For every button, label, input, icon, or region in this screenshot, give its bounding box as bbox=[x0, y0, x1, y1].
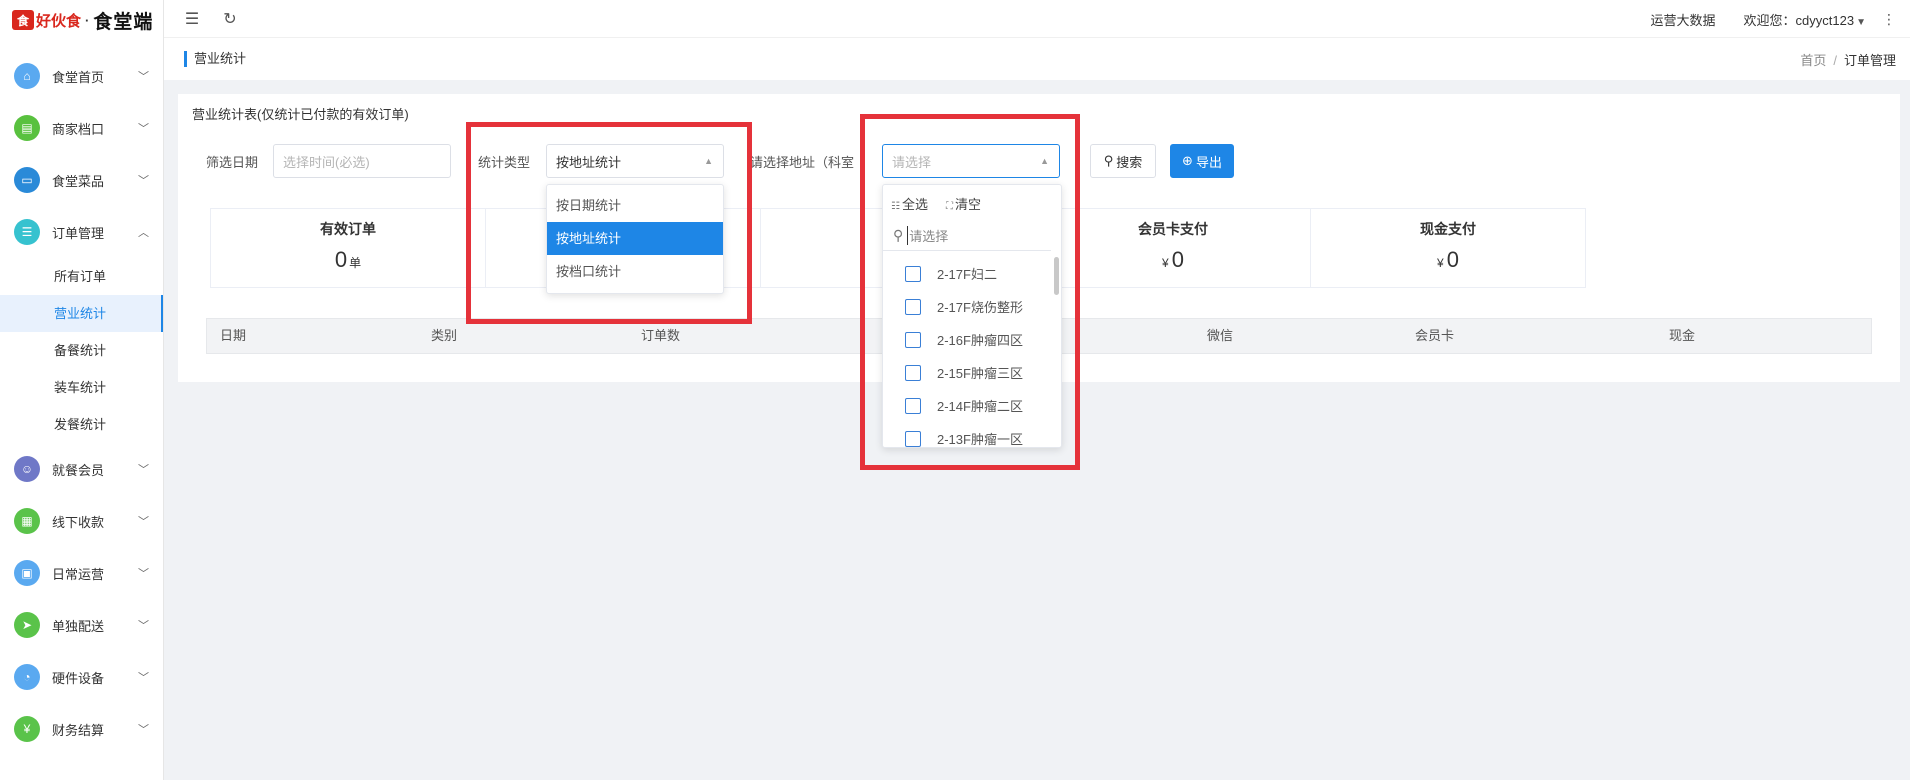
column-header-category: 类别 bbox=[431, 328, 458, 343]
app-subtitle: 食堂端 bbox=[93, 11, 154, 33]
export-button-label: 导出 bbox=[1195, 154, 1222, 170]
page-header: 营业统计 首页 / 订单管理 bbox=[164, 38, 1910, 80]
sidebar-item-label: 订单管理 bbox=[52, 225, 105, 241]
card-title: 营业统计表(仅统计已付款的有效订单) bbox=[192, 107, 409, 122]
breadcrumb-home[interactable]: 首页 bbox=[1800, 53, 1826, 68]
sidebar-item-label: 财务结算 bbox=[52, 722, 105, 738]
caret-down-icon: ▼ bbox=[1856, 16, 1866, 28]
sidebar-item-separate-delivery[interactable]: ➤ 单独配送 ﹀ bbox=[0, 599, 163, 651]
page-title: 营业统计 bbox=[184, 51, 246, 67]
stat-cash: 现金支付 ¥0 bbox=[1310, 208, 1586, 288]
column-header-wechat: 微信 bbox=[1207, 328, 1234, 343]
chevron-down-icon: ﹀ bbox=[138, 71, 149, 83]
stat-unit: 单 bbox=[349, 256, 362, 270]
sidebar-item-financial-settlement[interactable]: ¥ 财务结算 ﹀ bbox=[0, 703, 163, 755]
logo-mark-icon: 食 bbox=[12, 10, 34, 30]
highlight-box-type bbox=[466, 122, 752, 324]
chevron-up-icon: ︿ bbox=[138, 227, 149, 239]
column-header-date: 日期 bbox=[220, 328, 247, 343]
big-data-link[interactable]: 运营大数据 bbox=[1651, 10, 1716, 29]
date-input[interactable]: 选择时间(必选) bbox=[273, 144, 451, 178]
sidebar-item-canteen-home[interactable]: ⌂ 食堂首页 ﹀ bbox=[0, 50, 163, 102]
order-submenu: 所有订单 营业统计 备餐统计 装车统计 发餐统计 bbox=[0, 258, 163, 443]
sidebar-item-label: 硬件设备 bbox=[52, 670, 105, 686]
stat-title: 有效订单 bbox=[320, 221, 376, 237]
chevron-down-icon: ﹀ bbox=[138, 620, 149, 632]
member-icon: ☺ bbox=[14, 456, 40, 482]
sidebar-subitem-dispatch-stats[interactable]: 发餐统计 bbox=[0, 406, 163, 443]
order-icon: ☰ bbox=[14, 219, 40, 245]
sidebar-item-canteen-dishes[interactable]: ▭ 食堂菜品 ﹀ bbox=[0, 154, 163, 206]
sidebar-item-label: 食堂首页 bbox=[52, 69, 105, 85]
chevron-down-icon: ﹀ bbox=[138, 516, 149, 528]
breadcrumb: 首页 / 订单管理 bbox=[1800, 50, 1896, 69]
column-header-cash: 现金 bbox=[1669, 328, 1696, 343]
download-icon: ⊕ bbox=[1182, 153, 1193, 168]
sidebar-item-label: 单独配送 bbox=[52, 618, 105, 634]
breadcrumb-current: 订单管理 bbox=[1843, 52, 1896, 68]
cash-icon: ▦ bbox=[14, 508, 40, 534]
top-bar-right: 运营大数据 欢迎您：cdyyct123 ▼ ⋮ bbox=[1651, 0, 1910, 38]
sidebar-item-dining-members[interactable]: ☺ 就餐会员 ﹀ bbox=[0, 443, 163, 495]
refresh-icon[interactable]: ↻ bbox=[220, 9, 240, 29]
chevron-down-icon: ﹀ bbox=[138, 175, 149, 187]
chevron-down-icon: ﹀ bbox=[138, 724, 149, 736]
sidebar-subitem-loading-stats[interactable]: 装车统计 bbox=[0, 369, 163, 406]
sidebar-item-label: 就餐会员 bbox=[52, 462, 105, 478]
top-bar: ☰ ↻ 运营大数据 欢迎您：cdyyct123 ▼ ⋮ bbox=[164, 0, 1910, 38]
search-button[interactable]: ⚲ 搜索 bbox=[1090, 144, 1156, 178]
chevron-down-icon: ﹀ bbox=[138, 568, 149, 580]
column-header-member-card: 会员卡 bbox=[1415, 328, 1455, 343]
sidebar: 食 好伙食 · 食堂端 ⌂ 食堂首页 ﹀ ▤ 商家档口 ﹀ ▭ 食堂菜品 ﹀ ☰… bbox=[0, 0, 164, 780]
search-button-label: 搜索 bbox=[1116, 154, 1143, 170]
sidebar-item-label: 日常运营 bbox=[52, 566, 105, 582]
app-logo[interactable]: 食 好伙食 · 食堂端 bbox=[0, 0, 163, 40]
chevron-down-icon: ﹀ bbox=[138, 672, 149, 684]
sidebar-subitem-prep-stats[interactable]: 备餐统计 bbox=[0, 332, 163, 369]
sidebar-subitem-business-stats[interactable]: 营业统计 bbox=[0, 295, 163, 332]
currency-symbol: ¥ bbox=[1162, 256, 1169, 270]
logo-text: 好伙食 bbox=[36, 12, 82, 30]
welcome-text: 欢迎您：cdyyct123 bbox=[1743, 12, 1855, 28]
sidebar-item-label: 食堂菜品 bbox=[52, 173, 105, 189]
stat-title: 现金支付 bbox=[1420, 221, 1476, 237]
sidebar-item-daily-operations[interactable]: ▣ 日常运营 ﹀ bbox=[0, 547, 163, 599]
breadcrumb-separator: / bbox=[1833, 52, 1837, 68]
stat-value: 0单 bbox=[211, 247, 485, 273]
stat-value: ¥0 bbox=[1311, 247, 1585, 273]
wifi-icon: ◔ bbox=[14, 664, 40, 690]
sidebar-menu: ⌂ 食堂首页 ﹀ ▤ 商家档口 ﹀ ▭ 食堂菜品 ﹀ ☰ 订单管理 ︿ 所有订单… bbox=[0, 50, 163, 755]
stat-valid-orders: 有效订单 0单 bbox=[210, 208, 486, 288]
stat-number: 0 bbox=[1171, 247, 1184, 272]
sidebar-subitem-all-orders[interactable]: 所有订单 bbox=[0, 258, 163, 295]
stat-number: 0 bbox=[1446, 247, 1459, 272]
sidebar-item-hardware-devices[interactable]: ◔ 硬件设备 ﹀ bbox=[0, 651, 163, 703]
sidebar-item-order-management[interactable]: ☰ 订单管理 ︿ bbox=[0, 206, 163, 258]
hamburger-icon[interactable]: ☰ bbox=[182, 9, 202, 29]
sidebar-item-label: 商家档口 bbox=[52, 121, 105, 137]
column-header-order-count: 订单数 bbox=[641, 328, 681, 343]
chevron-down-icon: ﹀ bbox=[138, 464, 149, 476]
export-button[interactable]: ⊕ 导出 bbox=[1170, 144, 1234, 178]
logo-separator: · bbox=[85, 12, 90, 28]
search-icon: ⚲ bbox=[1103, 153, 1114, 168]
date-input-placeholder: 选择时间(必选) bbox=[283, 154, 370, 170]
sidebar-item-offline-payment[interactable]: ▦ 线下收款 ﹀ bbox=[0, 495, 163, 547]
user-menu[interactable]: 欢迎您：cdyyct123 ▼ bbox=[1744, 10, 1866, 29]
chevron-down-icon: ﹀ bbox=[138, 123, 149, 135]
address-filter-label: 请选择地址（科室 bbox=[750, 155, 855, 170]
currency-symbol: ¥ bbox=[1437, 256, 1444, 270]
store-icon: ▤ bbox=[14, 115, 40, 141]
home-icon: ⌂ bbox=[14, 63, 40, 89]
delivery-icon: ➤ bbox=[14, 612, 40, 638]
sidebar-item-label: 线下收款 bbox=[52, 514, 105, 530]
sidebar-item-merchant-stalls[interactable]: ▤ 商家档口 ﹀ bbox=[0, 102, 163, 154]
operations-icon: ▣ bbox=[14, 560, 40, 586]
finance-icon: ¥ bbox=[14, 716, 40, 742]
stat-number: 0 bbox=[334, 247, 348, 272]
date-filter-label: 筛选日期 bbox=[206, 155, 259, 170]
more-vertical-icon[interactable]: ⋮ bbox=[1882, 11, 1896, 28]
highlight-box-address bbox=[860, 114, 1080, 470]
dish-icon: ▭ bbox=[14, 167, 40, 193]
